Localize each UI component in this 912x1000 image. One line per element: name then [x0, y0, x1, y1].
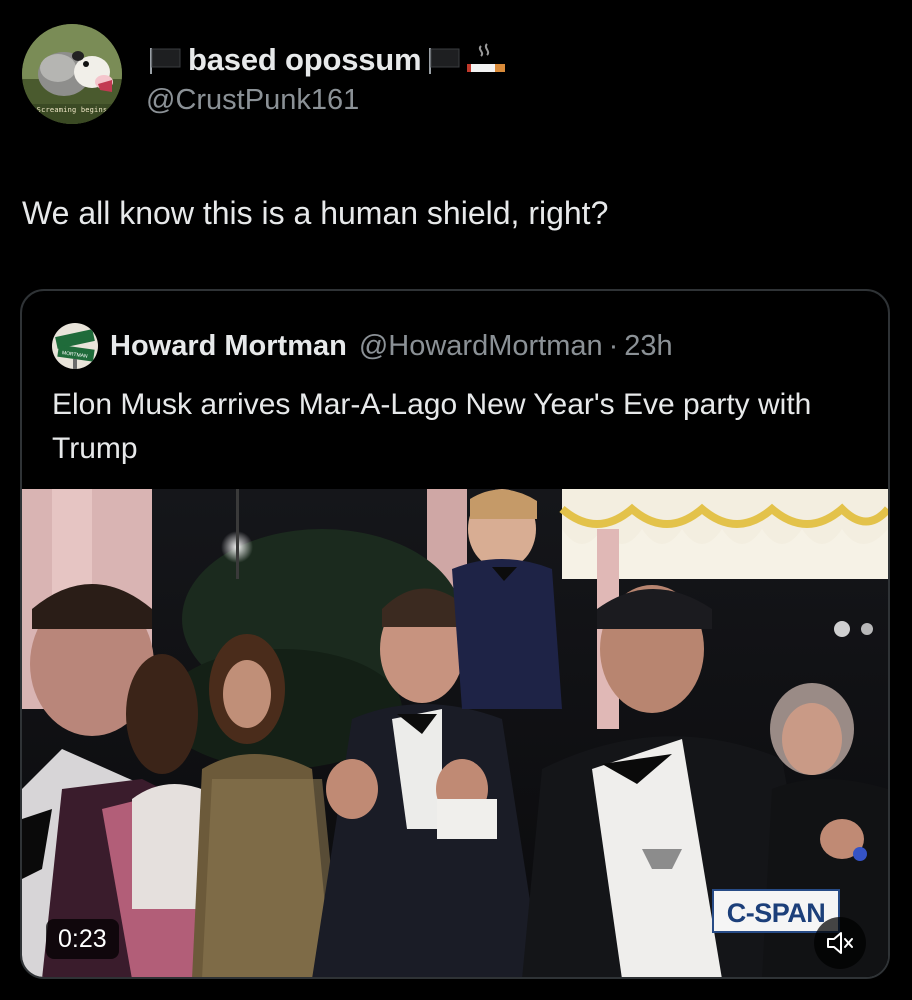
- quoted-author-display-name[interactable]: Howard Mortman: [110, 330, 347, 363]
- author-display-name[interactable]: based opossum: [188, 40, 422, 80]
- quoted-author-avatar[interactable]: MORTMAN: [52, 323, 98, 369]
- speaker-muted-icon: [827, 932, 853, 954]
- tweet-header: Screaming begins based opossum @CrustPun…: [22, 24, 509, 124]
- tweet-screenshot: Screaming begins based opossum @CrustPun…: [0, 0, 912, 1000]
- quoted-tweet-header: MORTMAN Howard Mortman @HowardMortman · …: [52, 323, 673, 369]
- avatar-caption: Screaming begins: [36, 106, 108, 114]
- author-avatar[interactable]: Screaming begins: [22, 24, 122, 124]
- quoted-tweet-card[interactable]: MORTMAN Howard Mortman @HowardMortman · …: [20, 289, 890, 979]
- black-flag-icon: [425, 45, 463, 75]
- quoted-tweet-time[interactable]: 23h: [624, 330, 672, 363]
- quoted-author-handle[interactable]: @HowardMortman: [359, 330, 603, 363]
- author-handle[interactable]: @CrustPunk161: [146, 82, 509, 118]
- meta-separator: ·: [608, 329, 619, 362]
- quoted-tweet-text: Elon Musk arrives Mar-A-Lago New Year's …: [52, 388, 812, 465]
- cigarette-icon: [467, 42, 509, 78]
- video-player[interactable]: 0:23 C-SPAN: [22, 489, 888, 977]
- author-names: based opossum @CrustPunk161: [146, 40, 509, 118]
- display-name-row: based opossum: [146, 40, 509, 80]
- black-flag-icon: [146, 45, 184, 75]
- street-sign-avatar-image: MORTMAN: [52, 323, 98, 369]
- tweet-text: We all know this is a human shield, righ…: [22, 195, 609, 231]
- mute-button[interactable]: [814, 917, 866, 969]
- video-timestamp: 0:23: [46, 919, 119, 959]
